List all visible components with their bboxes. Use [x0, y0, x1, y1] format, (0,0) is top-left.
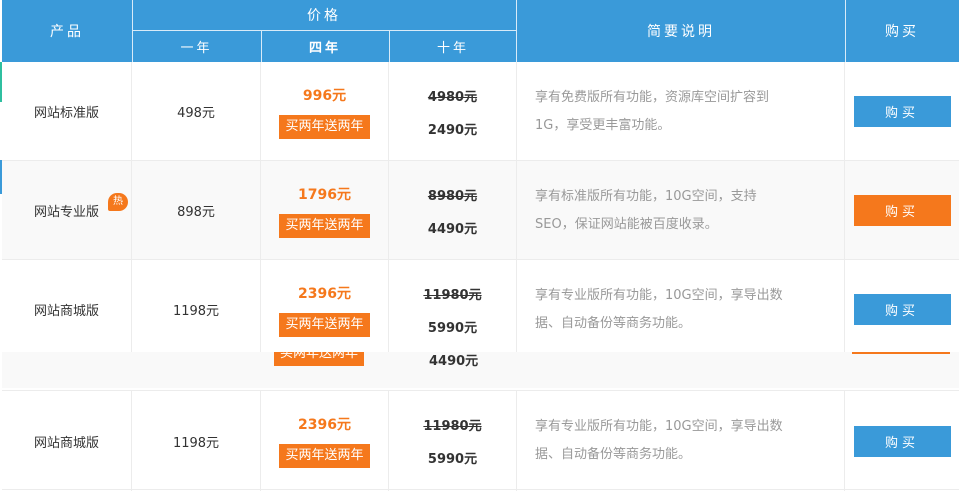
- price-ten-year-discount: 5990元: [427, 320, 478, 336]
- buy-button[interactable]: 购买: [853, 195, 951, 226]
- price-four-year: 2396元: [298, 417, 351, 433]
- product-name: 网站专业版: [33, 205, 99, 220]
- header-year10: 十年: [436, 41, 469, 56]
- price-one-year: 1198元: [172, 435, 220, 451]
- header-buy: 购买: [885, 24, 919, 40]
- header-divider: [516, 0, 517, 62]
- price-ten-year-discount: 5990元: [427, 452, 478, 467]
- header-year1: 一年: [180, 41, 213, 56]
- product-description: 享有免费版所有功能，资源库空间扩容到 1G，享受更丰富功能。: [517, 62, 845, 161]
- product-name: 网站商城版: [33, 435, 99, 451]
- product-name: 网站标准版: [33, 106, 99, 121]
- pricing-table-header: 产品 价格 一年 四年 十年 简要说明 购买: [2, 0, 959, 62]
- promo-badge: 买两年送两年: [279, 312, 370, 337]
- price-one-year: 898元: [177, 205, 215, 220]
- buy-button[interactable]: 购买: [853, 425, 951, 457]
- table-row: 网站专业版 热 898元 1796元 买两年送两年 8980元 4490元 享有…: [2, 161, 959, 260]
- promo-badge: 买两年送两年: [279, 444, 370, 468]
- price-ten-year-original: 8980元: [427, 188, 478, 204]
- promo-badge: 买两年送两年: [279, 114, 370, 139]
- header-divider: [132, 0, 133, 62]
- table-row: 网站标准版 498元 996元 买两年送两年 4980元 2490元 享有免费版…: [2, 62, 959, 161]
- product-name: 网站商城版: [33, 304, 99, 319]
- price-four-year: 1796元: [298, 186, 351, 203]
- price-ten-year-original: 11980元: [423, 287, 482, 303]
- price-four-year: 996元: [302, 87, 347, 104]
- header-divider: [389, 31, 390, 62]
- buy-button-edge: [852, 352, 950, 354]
- header-divider: [132, 30, 516, 31]
- price-ten-year-discount: 4490元: [429, 354, 479, 369]
- price-one-year: 1198元: [172, 304, 220, 319]
- price-ten-year-original: 4980元: [427, 89, 478, 105]
- header-price: 价格: [307, 8, 341, 24]
- product-description: 享有专业版所有功能，10G空间，享导出数 据、自动备份等商务功能。: [517, 260, 845, 359]
- header-product: 产品: [50, 24, 84, 40]
- price-ten-year-discount: 2490元: [427, 122, 478, 138]
- table-row: 网站商城版 1198元 2396元 买两年送两年 11980元 5990元 享有…: [2, 260, 959, 359]
- table-row: 网站商城版 1198元 2396元 买两年送两年 11980元 5990元 享有…: [2, 390, 959, 491]
- product-description: 享有标准版所有功能，10G空间，支持 SEO，保证网站能被百度收录。: [517, 161, 845, 260]
- promo-badge: 买两年送两年: [279, 213, 370, 238]
- price-one-year: 498元: [177, 106, 215, 121]
- price-four-year: 2396元: [298, 285, 351, 302]
- promo-badge: 买两年送两年: [274, 352, 365, 366]
- buy-button[interactable]: 购买: [853, 96, 951, 127]
- buy-button[interactable]: 购买: [853, 294, 951, 325]
- header-divider: [845, 0, 846, 62]
- overlapping-row-fragment: 买两年送两年 4490元: [2, 352, 959, 388]
- hot-badge-icon: 热: [108, 193, 128, 211]
- header-description: 简要说明: [647, 24, 715, 40]
- product-description: 享有专业版所有功能，10G空间，享导出数 据、自动备份等商务功能。: [517, 391, 845, 491]
- price-ten-year-original: 11980元: [423, 419, 482, 434]
- header-year4: 四年: [308, 41, 341, 56]
- header-divider: [261, 31, 262, 62]
- price-ten-year-discount: 4490元: [427, 221, 478, 237]
